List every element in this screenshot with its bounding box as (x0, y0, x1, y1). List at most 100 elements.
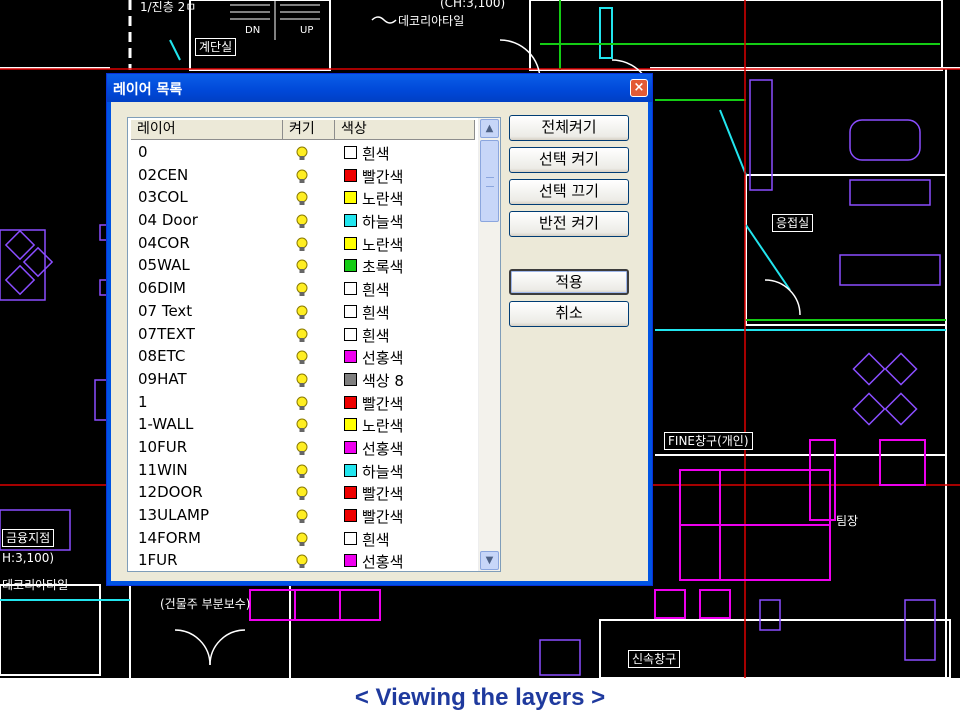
layer-row[interactable]: 06DIM 흰색 (128, 278, 478, 301)
scroll-up-button[interactable]: ▲ (480, 119, 499, 138)
layer-row[interactable]: 09HAT 색상 8 (128, 369, 478, 392)
color-swatch[interactable] (344, 509, 357, 522)
lightbulb-on-icon[interactable] (294, 464, 310, 480)
layer-name: 14FORM (138, 528, 201, 547)
layer-name: 07 Text (138, 301, 193, 320)
layer-row[interactable]: 04 Door 하늘색 (128, 210, 478, 233)
lightbulb-on-icon[interactable] (294, 441, 310, 457)
color-swatch[interactable] (344, 191, 357, 205)
list-header: 레이어 켜기 색상 (131, 120, 475, 140)
layer-name: 07TEXT (138, 324, 195, 343)
layer-name: 1-WALL (138, 415, 194, 434)
layer-color-name: 빨간색 (362, 485, 404, 504)
layer-row[interactable]: 10FUR 선홍색 (128, 437, 478, 460)
layer-color-name: 흰색 (362, 303, 390, 322)
scale-note-top: (CH:3,100) (440, 0, 506, 10)
select-off-button[interactable]: 선택 끄기 (509, 179, 629, 205)
color-swatch[interactable] (344, 236, 357, 250)
select-on-button[interactable]: 선택 켜기 (509, 147, 629, 173)
color-swatch[interactable] (344, 554, 357, 568)
floor-label: 1/진층 2ㅁ (140, 0, 197, 14)
lightbulb-on-icon[interactable] (294, 237, 310, 253)
lightbulb-on-icon[interactable] (294, 169, 310, 185)
layer-row[interactable]: 07 Text 흰색 (128, 301, 478, 324)
layer-row[interactable]: 03COL 노란색 (128, 187, 478, 210)
close-button[interactable]: × (630, 79, 648, 97)
lightbulb-on-icon[interactable] (294, 509, 310, 525)
layer-listbox[interactable]: 레이어 켜기 색상 0 흰색 02CEN 빨간색 03COL 노란색 04 Door 하늘색 0… (127, 117, 501, 572)
layer-row[interactable]: 0 흰색 (128, 142, 478, 165)
color-swatch[interactable] (344, 259, 357, 273)
layer-name: 04 Door (138, 211, 198, 230)
lightbulb-on-icon[interactable] (294, 146, 310, 162)
layer-row[interactable]: 1 빨간색 (128, 392, 478, 415)
lightbulb-on-icon[interactable] (294, 305, 310, 321)
color-swatch[interactable] (344, 395, 357, 409)
cancel-button[interactable]: 취소 (509, 301, 629, 327)
layer-row[interactable]: 14FORM 흰색 (128, 528, 478, 551)
layer-row[interactable]: 05WAL 초록색 (128, 255, 478, 278)
color-swatch[interactable] (344, 214, 357, 228)
layer-row[interactable]: 08ETC 선홍색 (128, 346, 478, 369)
column-header-layer[interactable]: 레이어 (131, 120, 283, 140)
deco-tile-label-top: 데코리아타일 (398, 14, 465, 28)
layer-row[interactable]: 02CEN 빨간색 (128, 165, 478, 188)
layer-color-name: 선홍색 (362, 553, 404, 572)
scroll-down-button[interactable]: ▼ (480, 551, 499, 570)
color-swatch[interactable] (344, 304, 357, 318)
layer-name: 04COR (138, 233, 190, 252)
column-header-color[interactable]: 색상 (335, 120, 475, 140)
lightbulb-on-icon[interactable] (294, 191, 310, 207)
color-swatch[interactable] (344, 168, 357, 182)
layer-row[interactable]: 1-WALL 노란색 (128, 414, 478, 437)
layer-color-name: 하늘색 (362, 462, 404, 481)
lightbulb-on-icon[interactable] (294, 554, 310, 570)
layer-rows: 0 흰색 02CEN 빨간색 03COL 노란색 04 Door 하늘색 04COR 노란색 05W… (128, 142, 478, 572)
color-swatch[interactable] (344, 463, 357, 477)
column-header-on[interactable]: 켜기 (283, 120, 335, 140)
scale-note-left: H:3,100) (2, 551, 55, 565)
stairs-room-label: 계단실 (195, 38, 237, 56)
vertical-scrollbar[interactable]: ▲ ▼ (478, 118, 500, 571)
layer-name: 1FUR (138, 551, 178, 570)
lightbulb-on-icon[interactable] (294, 418, 310, 434)
color-swatch[interactable] (344, 327, 357, 341)
lightbulb-on-icon[interactable] (294, 350, 310, 366)
lightbulb-on-icon[interactable] (294, 396, 310, 412)
lightbulb-on-icon[interactable] (294, 282, 310, 298)
lightbulb-on-icon[interactable] (294, 328, 310, 344)
color-swatch[interactable] (344, 372, 357, 386)
layer-row[interactable]: 07TEXT 흰색 (128, 324, 478, 347)
lightbulb-on-icon[interactable] (294, 214, 310, 230)
dialog-title-bar[interactable]: 레이어 목록 × (107, 74, 652, 102)
color-swatch[interactable] (344, 531, 357, 545)
apply-button[interactable]: 적용 (509, 269, 629, 295)
color-swatch[interactable] (344, 418, 357, 432)
layer-color-name: 하늘색 (362, 213, 404, 232)
color-swatch[interactable] (344, 350, 357, 364)
layer-name: 10FUR (138, 437, 188, 456)
color-swatch[interactable] (344, 282, 357, 296)
color-swatch[interactable] (344, 486, 357, 500)
color-swatch[interactable] (344, 440, 357, 454)
layer-row[interactable]: 13ULAMP 빨간색 (128, 505, 478, 528)
lightbulb-on-icon[interactable] (294, 373, 310, 389)
dialog-title: 레이어 목록 (113, 82, 183, 98)
invert-on-button[interactable]: 반전 켜기 (509, 211, 629, 237)
chevron-down-icon: ▼ (485, 555, 494, 566)
color-swatch[interactable] (344, 146, 357, 159)
scroll-thumb[interactable] (480, 140, 499, 222)
layer-color-name: 흰색 (362, 530, 390, 549)
lightbulb-on-icon[interactable] (294, 532, 310, 548)
layer-color-name: 선홍색 (362, 349, 404, 368)
layer-color-name: 노란색 (362, 190, 404, 209)
layer-row[interactable]: 11WIN 하늘색 (128, 460, 478, 483)
lightbulb-on-icon[interactable] (294, 486, 310, 502)
layer-name: 09HAT (138, 369, 187, 388)
layer-row[interactable]: 12DOOR 빨간색 (128, 482, 478, 505)
layer-row[interactable]: 1FUR 선홍색 (128, 550, 478, 572)
all-on-button[interactable]: 전체켜기 (509, 115, 629, 141)
layer-name: 03COL (138, 188, 188, 207)
layer-row[interactable]: 04COR 노란색 (128, 233, 478, 256)
lightbulb-on-icon[interactable] (294, 259, 310, 275)
